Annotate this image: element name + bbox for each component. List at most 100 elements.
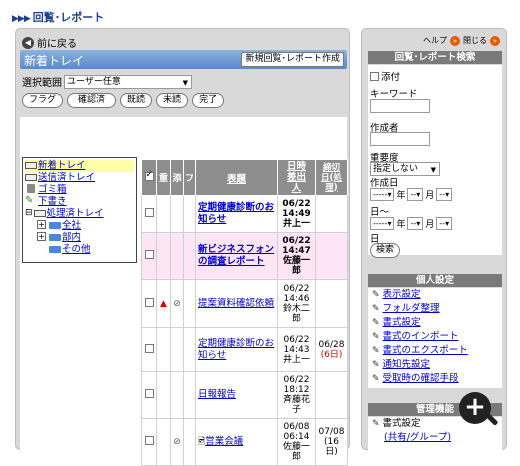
collapse-icon[interactable]: ⊟ <box>25 208 33 219</box>
table-row[interactable]: 定期健康診断のお知らせ 06/22 14:43 井上一 06/28 (6日) <box>141 327 348 372</box>
unread-button[interactable]: 未読 <box>156 93 189 108</box>
keyword-input[interactable] <box>370 99 430 113</box>
row-subject-link[interactable]: 定期健康診断のお知らせ <box>198 338 274 361</box>
author-input[interactable] <box>370 132 430 146</box>
importance-select[interactable]: 指定しない ▼ <box>370 162 440 176</box>
admin-shared-group-link[interactable]: (共有/グループ) <box>372 431 502 445</box>
select-all-checkbox[interactable] <box>144 170 154 181</box>
link-label[interactable]: 書式のインポート <box>383 330 459 344</box>
table-row[interactable]: ⊘ 🖻営業会議 06/08 06:14 佐藤一郎 07/08 (16日) <box>141 418 348 466</box>
tree-item-label[interactable]: 全社 <box>62 220 81 231</box>
row-checkbox[interactable] <box>144 389 154 398</box>
link-label[interactable]: 表示設定 <box>383 288 421 302</box>
table-row[interactable]: 定期健康診断のお知らせ 06/22 14:49 井上一 <box>141 195 348 233</box>
expand-icon[interactable]: + <box>37 220 46 229</box>
flag-button[interactable]: フラグ <box>22 93 64 108</box>
table-row[interactable]: 新ビジネスフォンの調査レポート 06/22 14:47 佐藤一郎 <box>141 232 348 280</box>
receipt-confirm-link[interactable]: ✎ 受取時の確認手段 <box>372 372 502 386</box>
row-checkbox[interactable] <box>144 436 154 445</box>
title-arrows-icon: ▶▶▶ <box>12 14 31 24</box>
tray-icon <box>25 162 37 169</box>
tree-item-drafts[interactable]: ✎ 下書き <box>25 196 134 208</box>
row-subject-link[interactable]: 新ビジネスフォンの調査レポート <box>198 244 274 267</box>
tree-item-inbox[interactable]: 新着トレイ <box>25 160 134 172</box>
link-label[interactable]: 受取時の確認手段 <box>383 372 459 386</box>
pencil-icon: ✎ <box>372 332 380 342</box>
tree-item-label[interactable]: その他 <box>62 244 91 255</box>
deadline-header-label: 締切日(処理) <box>321 162 342 193</box>
tree-item-label[interactable]: 送信済トレイ <box>38 172 95 183</box>
table-row[interactable]: 日報報告 06/22 18:12 斉藤花子 <box>141 371 348 419</box>
tree-item-trash[interactable]: ゴミ箱 <box>25 184 134 196</box>
expand-icon[interactable]: + <box>37 232 46 241</box>
link-label[interactable]: フォルダ整理 <box>383 302 440 316</box>
link-label[interactable]: 通知先設定 <box>383 358 431 372</box>
attach-checkbox[interactable] <box>370 72 379 81</box>
back-link[interactable]: ◀ 前に戻る <box>22 35 77 50</box>
to-day-select[interactable]: --▾ <box>436 217 453 230</box>
tree-item-dept[interactable]: + 部内 <box>25 232 134 244</box>
row-subject-link[interactable]: 営業会議 <box>205 436 243 447</box>
filter-select[interactable]: ユーザー任意 ▼ <box>64 74 192 89</box>
help-label[interactable]: ヘルプ <box>423 35 447 46</box>
tree-item-company[interactable]: + 全社 <box>25 220 134 232</box>
flag-header[interactable]: フ <box>183 159 196 196</box>
tree-item-label[interactable]: 処理済トレイ <box>47 208 104 219</box>
tray-header: 新着トレイ 新規回覧･レポート作成 <box>20 50 347 69</box>
tree-item-label[interactable]: 部内 <box>62 232 81 243</box>
tree-item-label[interactable]: ゴミ箱 <box>38 184 67 195</box>
select-all-header[interactable] <box>141 159 157 196</box>
priority-header[interactable]: 重 <box>156 159 171 196</box>
attach-header[interactable]: 添 <box>170 159 184 196</box>
row-checkbox[interactable] <box>144 343 154 353</box>
zoom-in-icon[interactable]: + <box>459 392 491 424</box>
sent-header[interactable]: 日時差出人 <box>277 159 316 196</box>
to-day-value: -- <box>439 219 446 228</box>
close-label[interactable]: 閉じる <box>463 35 487 46</box>
table-row[interactable]: ▲ ⊘ 提案資料確認依頼 06/22 14:46 鈴木二郎 <box>141 279 348 328</box>
notify-settings-link[interactable]: ✎ 通知先設定 <box>372 358 502 372</box>
row-time: 06:14 <box>283 432 310 442</box>
tree-item-processed[interactable]: ⊟ 処理済トレイ <box>25 208 134 220</box>
to-year-select[interactable]: -----▾ <box>370 217 395 230</box>
tree-item-label[interactable]: 新着トレイ <box>38 160 86 171</box>
search-button[interactable]: 検索 <box>370 243 401 258</box>
link-label[interactable]: (共有/グループ) <box>384 431 451 445</box>
row-subject-link[interactable]: 日報報告 <box>198 389 236 400</box>
deadline-header[interactable]: 締切日(処理) <box>315 159 348 196</box>
row-date: 06/22 <box>282 199 311 209</box>
row-checkbox[interactable] <box>144 208 154 217</box>
from-month-select[interactable]: --▾ <box>407 188 424 201</box>
folder-organize-link[interactable]: ✎ フォルダ整理 <box>372 302 502 316</box>
subject-header[interactable]: 表題 <box>195 159 278 196</box>
row-subject-link[interactable]: 定期健康診断のお知らせ <box>198 202 274 225</box>
close-icon[interactable]: » <box>490 35 500 46</box>
confirmed-button[interactable]: 確認済 <box>67 93 117 108</box>
done-button[interactable]: 完了 <box>192 93 225 108</box>
row-checkbox[interactable] <box>144 250 154 259</box>
from-year-select[interactable]: -----▾ <box>370 188 395 201</box>
tree-item-sent[interactable]: 送信済トレイ <box>25 172 134 184</box>
format-import-link[interactable]: ✎ 書式のインポート <box>372 330 502 344</box>
link-label[interactable]: 書式のエクスポート <box>383 344 468 358</box>
link-label[interactable]: 書式設定 <box>383 316 421 330</box>
to-month-select[interactable]: --▾ <box>407 217 424 230</box>
from-day-select[interactable]: --▾ <box>436 188 453 201</box>
attach-filter[interactable]: 添付 <box>370 69 400 83</box>
tree-item-label[interactable]: 下書き <box>38 196 67 207</box>
row-checkbox[interactable] <box>144 297 154 307</box>
help-icon[interactable]: » <box>450 35 460 46</box>
report-table: 重 添 フ 表題 日時差出人 締切日(処理) 定期健康診断のお知らせ 06/22… <box>141 159 348 466</box>
pencil-icon: ✎ <box>372 304 380 314</box>
format-settings-link[interactable]: ✎ 書式設定 <box>372 316 502 330</box>
row-sender: 井上一 <box>282 354 310 365</box>
new-report-button[interactable]: 新規回覧･レポート作成 <box>241 52 344 67</box>
read-button[interactable]: 既読 <box>120 93 153 108</box>
row-sender: 鈴木二郎 <box>282 303 310 324</box>
pencil-icon: ✎ <box>372 374 380 384</box>
tree-item-other[interactable]: その他 <box>25 244 134 256</box>
format-export-link[interactable]: ✎ 書式のエクスポート <box>372 344 502 358</box>
subject-header-label: 表題 <box>226 173 246 185</box>
display-settings-link[interactable]: ✎ 表示設定 <box>372 288 502 302</box>
row-subject-link[interactable]: 提案資料確認依頼 <box>198 298 274 309</box>
